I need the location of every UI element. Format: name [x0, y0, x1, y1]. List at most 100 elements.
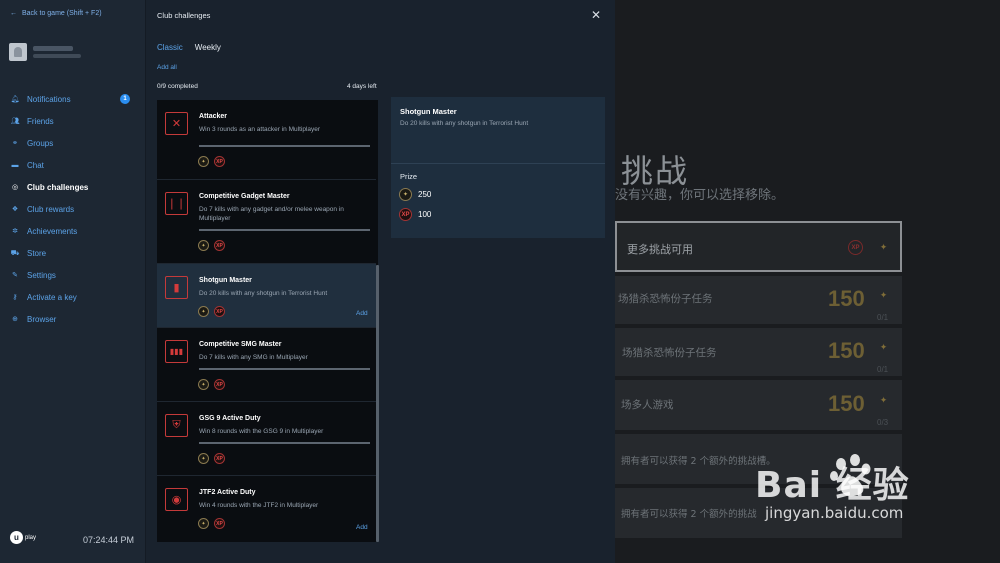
sidebar-item-store[interactable]: ⛟ Store — [0, 242, 146, 264]
back-to-game-link[interactable]: ← Back to game (Shift + F2) — [10, 10, 102, 17]
game-row-text: 场猎杀恐怖份子任务 — [622, 347, 717, 359]
renown-icon: ✦ — [879, 342, 888, 352]
sidebar-item-chat[interactable]: ▬ Chat — [0, 154, 146, 176]
add-challenge-button[interactable]: Add — [356, 524, 368, 531]
renown-icon: ✦ — [198, 453, 209, 464]
game-row: 场猎杀恐怖份子任务 150 ✦ 0/1 — [615, 328, 902, 376]
smg-icon: ▮▮▮ — [165, 340, 188, 363]
prize-value: 100 — [418, 210, 432, 219]
uplay-logo-text: play — [25, 534, 37, 541]
add-all-link[interactable]: Add all — [157, 64, 177, 71]
sidebar-item-club-challenges[interactable]: ◎ Club challenges — [0, 176, 146, 198]
user-profile[interactable] — [9, 43, 81, 61]
renown-icon: ✦ — [879, 395, 888, 405]
key-icon: ⚷ — [12, 294, 18, 301]
challenge-card-attacker[interactable]: ✕ Attacker Win 3 rounds as an attacker i… — [157, 100, 376, 180]
baidu-watermark: Bai 经验 jingyan.baidu.com — [755, 456, 910, 522]
sidebar: ← Back to game (Shift + F2) 🔔︎ Notificat… — [0, 0, 146, 563]
challenge-tabs: Classic Weekly — [157, 43, 221, 52]
game-row-value: 150 — [828, 338, 865, 363]
rewards-icon: ❖ — [11, 206, 19, 213]
challenge-card-jtf2-active-duty[interactable]: ◉ JTF2 Active Duty Win 4 rounds with the… — [157, 476, 376, 542]
renown-icon: ✦ — [879, 242, 888, 252]
arrow-left-icon: ← — [10, 10, 17, 17]
sidebar-item-label: Achievements — [27, 226, 78, 236]
club-challenges-panel: Club challenges ✕ Classic Weekly Add all… — [146, 0, 615, 563]
progress-bar — [199, 145, 370, 147]
renown-icon: ✦ — [879, 290, 888, 300]
uplay-u-icon: u — [10, 531, 23, 544]
sidebar-item-activate-key[interactable]: ⚷ Activate a key — [0, 286, 146, 308]
shotgun-icon: ▮ — [165, 276, 188, 299]
challenge-card-competitive-smg-master[interactable]: ▮▮▮ Competitive SMG Master Do 7 kills wi… — [157, 328, 376, 402]
challenge-title: Competitive SMG Master — [199, 341, 282, 348]
challenge-rewards: ✦ XP — [198, 379, 225, 390]
challenge-desc: Do 20 kills with any shotgun in Terroris… — [199, 290, 328, 297]
challenge-title: JTF2 Active Duty — [199, 489, 256, 496]
sidebar-item-groups[interactable]: ⚭ Groups — [0, 132, 146, 154]
challenge-desc: Do 7 kills with any SMG in Multiplayer — [199, 354, 308, 361]
wrench-icon: ✎ — [12, 272, 18, 279]
game-row-text: 拥有者可以获得 2 个额外的挑战 — [621, 509, 757, 520]
globe-icon: ⊕ — [12, 316, 18, 323]
completed-count: 0/9 completed — [157, 83, 198, 90]
challenge-list: ✕ Attacker Win 3 rounds as an attacker i… — [157, 100, 378, 542]
sidebar-item-browser[interactable]: ⊕ Browser — [0, 308, 146, 330]
xp-icon: XP — [214, 453, 225, 464]
tab-weekly[interactable]: Weekly — [195, 43, 221, 52]
challenge-rewards: ✦ XP — [198, 518, 225, 529]
game-row: 场猎杀恐怖份子任务 150 ✦ 0/1 — [615, 276, 902, 324]
panel-title: Club challenges — [157, 11, 211, 20]
challenge-card-shotgun-master[interactable]: ▮ Shotgun Master Do 20 kills with any sh… — [157, 264, 376, 328]
sidebar-item-label: Club challenges — [27, 182, 89, 192]
back-label: Back to game (Shift + F2) — [22, 10, 102, 17]
sidebar-item-friends[interactable]: 👥︎ Friends — [0, 110, 146, 132]
sidebar-item-label: Activate a key — [27, 292, 77, 302]
sidebar-item-label: Browser — [27, 314, 57, 324]
progress-bar — [199, 442, 370, 444]
gsg9-icon: ⛨ — [165, 414, 188, 437]
xp-icon: XP — [214, 518, 225, 529]
challenge-title: Competitive Gadget Master — [199, 193, 290, 200]
watermark-url: jingyan.baidu.com — [765, 504, 904, 522]
challenge-title: Shotgun Master — [199, 277, 252, 284]
sidebar-item-achievements[interactable]: ✲ Achievements — [0, 220, 146, 242]
bell-icon: 🔔︎ — [10, 96, 20, 103]
game-row: 场多人游戏 150 ✦ 0/3 — [615, 380, 902, 430]
renown-icon: ✦ — [198, 306, 209, 317]
gadget-icon: ❘❘ — [165, 192, 188, 215]
game-row-count: 0/1 — [877, 313, 889, 322]
challenge-card-gsg9-active-duty[interactable]: ⛨ GSG 9 Active Duty Win 8 rounds with th… — [157, 402, 376, 476]
avatar-silhouette-icon — [14, 47, 22, 57]
game-row-value: 150 — [828, 391, 865, 416]
renown-icon: ✦ — [399, 188, 412, 201]
prize-value: 250 — [418, 190, 432, 199]
friends-icon: 👥︎ — [10, 118, 20, 125]
sidebar-item-settings[interactable]: ✎ Settings — [0, 264, 146, 286]
challenge-rewards: ✦ XP — [198, 240, 225, 251]
sidebar-item-label: Settings — [27, 270, 56, 280]
challenge-title: Attacker — [199, 113, 228, 120]
add-challenge-button[interactable]: Add — [356, 310, 368, 317]
divider — [391, 163, 605, 164]
renown-icon: ✦ — [198, 240, 209, 251]
game-row-text: 拥有者可以获得 2 个额外的挑战槽。 — [621, 456, 776, 467]
game-row-count: 0/3 — [877, 418, 889, 427]
tab-classic[interactable]: Classic — [157, 43, 183, 52]
challenge-desc: Win 4 rounds with the JTF2 in Multiplaye… — [199, 502, 319, 509]
chat-icon: ▬ — [11, 161, 19, 169]
progress-bar — [199, 229, 370, 231]
close-icon[interactable]: ✕ — [591, 9, 601, 21]
cross-icon: ✕ — [165, 112, 188, 135]
sidebar-item-club-rewards[interactable]: ❖ Club rewards — [0, 198, 146, 220]
game-row-text: 场多人游戏 — [621, 399, 674, 411]
clock: 07:24:44 PM — [83, 535, 135, 545]
watermark-main: Bai 经验 — [755, 465, 910, 506]
prize-renown: ✦ 250 — [399, 188, 431, 201]
challenges-icon: ◎ — [11, 184, 19, 191]
sidebar-item-notifications[interactable]: 🔔︎ Notifications 1 — [0, 88, 146, 110]
challenge-card-competitive-gadget-master[interactable]: ❘❘ Competitive Gadget Master Do 7 kills … — [157, 180, 376, 264]
xp-icon: XP — [214, 379, 225, 390]
list-scrollbar[interactable] — [376, 265, 379, 542]
challenge-rewards: ✦ XP — [198, 306, 225, 317]
